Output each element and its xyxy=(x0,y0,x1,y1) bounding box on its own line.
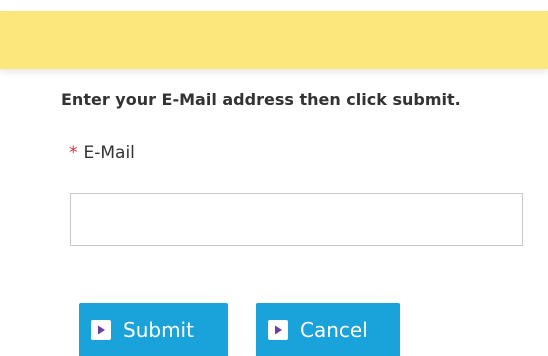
email-label: * E-Mail xyxy=(69,143,135,163)
submit-button-label: Submit xyxy=(123,317,194,342)
password-reset-page: Enter your E-Mail address then click sub… xyxy=(0,0,548,356)
instruction-text: Enter your E-Mail address then click sub… xyxy=(61,90,461,109)
required-marker: * xyxy=(69,143,78,163)
email-label-text: E-Mail xyxy=(83,143,135,163)
cancel-button[interactable]: Cancel xyxy=(256,303,400,356)
play-icon xyxy=(268,319,288,340)
header-banner xyxy=(0,11,548,69)
submit-button[interactable]: Submit xyxy=(79,303,228,356)
cancel-button-label: Cancel xyxy=(300,317,368,342)
email-input[interactable] xyxy=(70,193,523,246)
play-icon xyxy=(91,319,111,340)
